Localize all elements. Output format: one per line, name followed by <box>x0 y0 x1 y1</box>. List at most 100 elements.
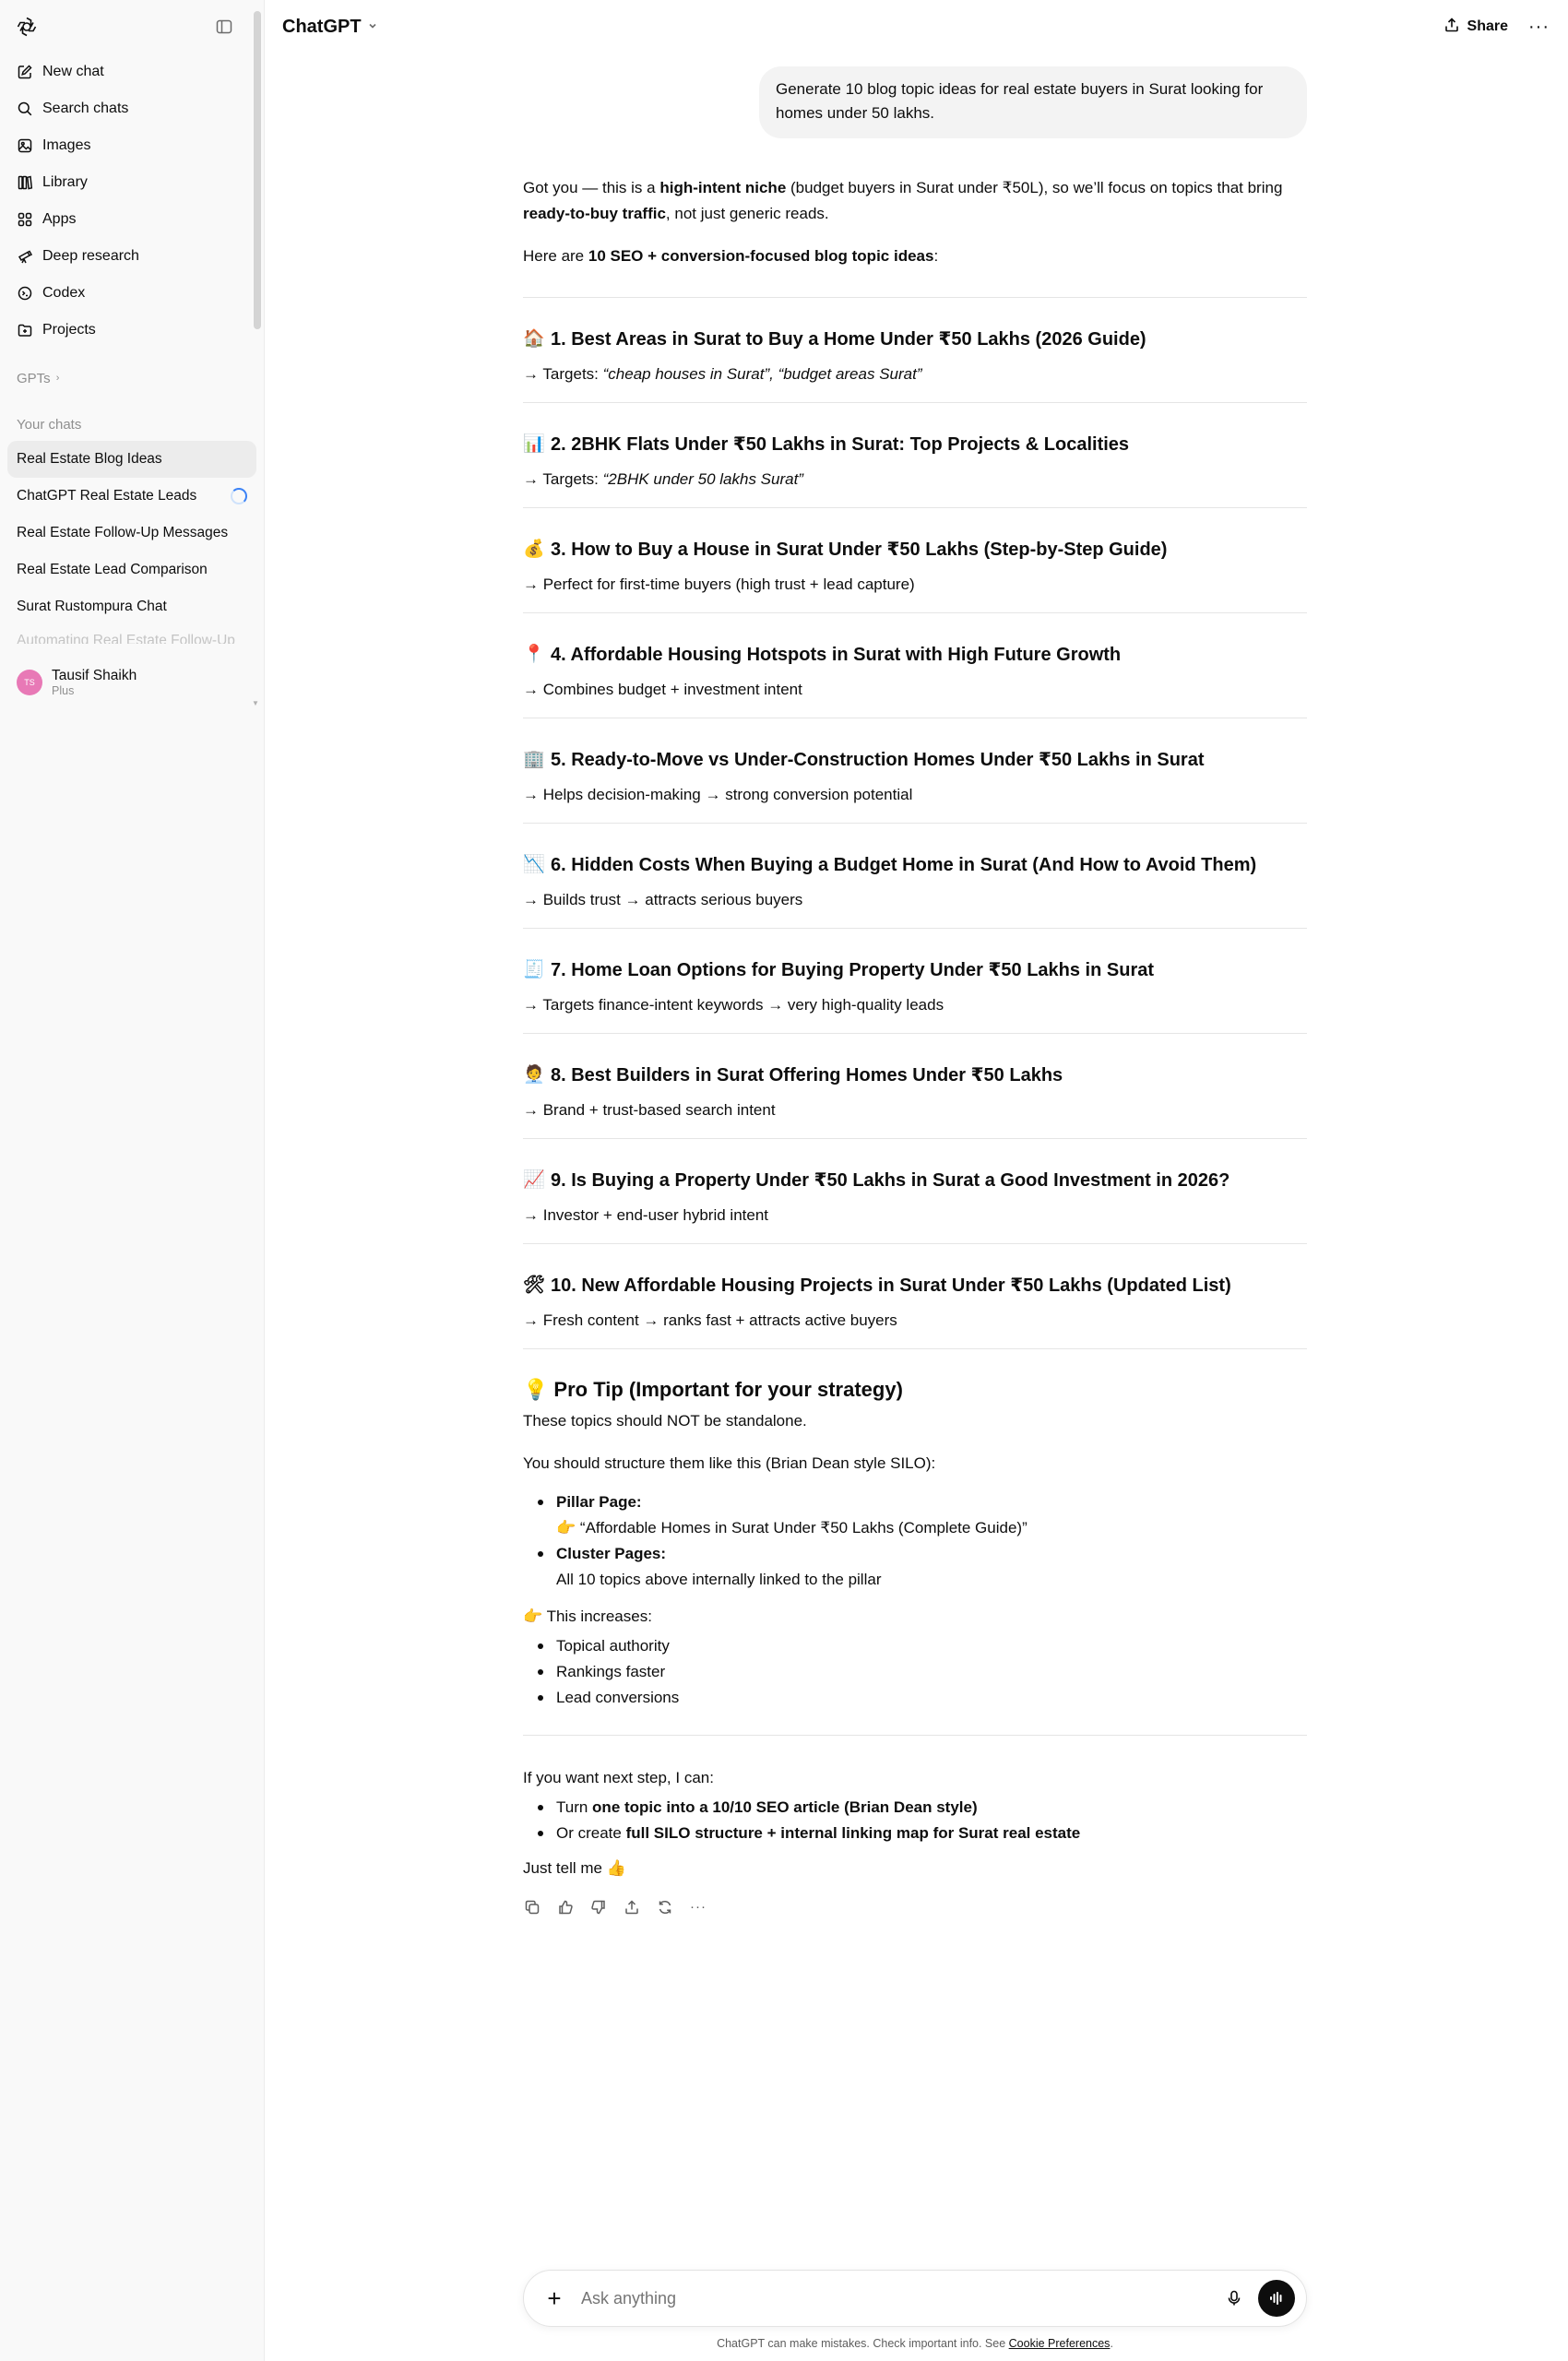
topic-sub-text: → Perfect for first-time buyers (high tr… <box>523 575 915 593</box>
folder-icon <box>17 322 33 338</box>
chat-item-real-estate-follow-up-messages[interactable]: Real Estate Follow-Up Messages <box>7 515 256 552</box>
topic-title: 🏢 5. Ready-to-Move vs Under-Construction … <box>523 746 1307 774</box>
topic-title-text: 6. Hidden Costs When Buying a Budget Hom… <box>551 855 1257 875</box>
user-plan: Plus <box>52 684 75 697</box>
topic-emoji-icon: 📉 <box>523 855 545 874</box>
topic-description: → Brand + trust-based search intent <box>523 1097 1307 1123</box>
topic-sub-text: → Brand + trust-based search intent <box>523 1101 776 1119</box>
scroll-down-arrow-icon[interactable]: ▼ <box>252 699 259 707</box>
sidebar-item-new-chat[interactable]: New chat <box>7 53 256 90</box>
share-icon[interactable] <box>623 1898 641 1916</box>
thumbs-up-icon[interactable] <box>556 1898 575 1916</box>
topic-list: 🏠 1. Best Areas in Surat to Buy a Home Un… <box>523 298 1307 1349</box>
sidebar-item-label: Images <box>42 137 91 153</box>
topic-description: → Builds trust → attracts serious buyers <box>523 887 1307 913</box>
sidebar-item-label: Deep research <box>42 248 139 264</box>
topic-item: 📈 9. Is Buying a Property Under ₹50 Lakhs… <box>523 1139 1307 1244</box>
option-bold: one topic into a 10/10 SEO article (Bria… <box>592 1798 978 1816</box>
topic-title-text: 2. 2BHK Flats Under ₹50 Lakhs in Surat: … <box>551 434 1130 455</box>
topic-item: 🏢 5. Ready-to-Move vs Under-Construction … <box>523 718 1307 824</box>
topic-keywords: “2BHK under 50 lakhs Surat” <box>602 470 803 488</box>
chat-item-automating-real-estate-follow-up[interactable]: Automating Real Estate Follow-Up <box>7 625 256 644</box>
increases-line: 👉 This increases: <box>523 1604 1307 1630</box>
topic-item: 📉 6. Hidden Costs When Buying a Budget Ho… <box>523 824 1307 929</box>
intro-text: , not just generic reads. <box>665 205 829 222</box>
openai-logo-icon[interactable] <box>15 15 39 39</box>
topic-title: 🏠 1. Best Areas in Surat to Buy a Home Un… <box>523 326 1307 353</box>
intro-text: : <box>933 247 939 265</box>
apps-icon <box>17 211 33 228</box>
intro-paragraph-2: Here are 10 SEO + conversion-focused blo… <box>523 243 1307 269</box>
sidebar-item-label: Projects <box>42 322 96 338</box>
cookie-preferences-link[interactable]: Cookie Preferences <box>1009 2337 1111 2350</box>
topic-title-text: 7. Home Loan Options for Buying Property… <box>551 960 1155 980</box>
message-composer: + <box>523 2270 1307 2327</box>
more-options-icon[interactable]: ··· <box>689 1898 707 1916</box>
thumbs-down-icon[interactable] <box>589 1898 608 1916</box>
sidebar-item-deep-research[interactable]: Deep research <box>7 238 256 275</box>
model-selector[interactable]: ChatGPT <box>282 17 378 38</box>
lightbulb-icon: 💡 <box>523 1378 549 1401</box>
more-options-button[interactable]: ··· <box>1528 17 1550 38</box>
topic-title-text: 10. New Affordable Housing Projects in S… <box>551 1275 1231 1296</box>
regenerate-icon[interactable] <box>656 1898 674 1916</box>
intro-text: (budget buyers in Surat under ₹50L), so … <box>786 179 1283 196</box>
option-text: Turn <box>556 1798 593 1816</box>
user-account-menu[interactable]: TS Tausif Shaikh Plus <box>7 660 242 705</box>
sidebar-item-images[interactable]: Images <box>7 127 256 164</box>
chat-history-list: Real Estate Blog Ideas ChatGPT Real Esta… <box>0 441 264 644</box>
topic-item: 🛠 10. New Affordable Housing Projects in … <box>523 1244 1307 1349</box>
prompt-input[interactable] <box>581 2288 1223 2308</box>
chat-item-chatgpt-real-estate-leads[interactable]: ChatGPT Real Estate Leads <box>7 478 256 515</box>
chat-item-label: ChatGPT Real Estate Leads <box>17 488 197 504</box>
intro-bold: high-intent niche <box>659 179 787 196</box>
disclaimer-text: ChatGPT can make mistakes. Check importa… <box>717 2337 1009 2350</box>
benefits-list: Topical authority Rankings faster Lead c… <box>523 1633 1307 1711</box>
sidebar-item-codex[interactable]: Codex <box>7 275 256 312</box>
header-actions: Share ··· <box>1443 17 1550 38</box>
intro-text: Got you — this is a <box>523 179 660 196</box>
sidebar-item-apps[interactable]: Apps <box>7 201 256 238</box>
avatar: TS <box>17 670 42 695</box>
topic-emoji-icon: 🏢 <box>523 750 545 769</box>
image-icon <box>17 137 33 154</box>
chat-item-label: Real Estate Blog Ideas <box>17 451 162 467</box>
topic-title-text: 8. Best Builders in Surat Offering Homes… <box>551 1065 1063 1086</box>
list-item: Rankings faster <box>538 1659 1307 1685</box>
copy-icon[interactable] <box>523 1898 541 1916</box>
sidebar-item-projects[interactable]: Projects <box>7 312 256 349</box>
user-message-bubble: Generate 10 blog topic ideas for real es… <box>759 66 1307 138</box>
chat-item-label: Real Estate Lead Comparison <box>17 562 208 577</box>
topic-description: → Investor + end-user hybrid intent <box>523 1203 1307 1228</box>
top-header: ChatGPT Share ··· <box>266 0 1568 53</box>
topic-description: → Targets finance-intent keywords → very… <box>523 992 1307 1018</box>
codex-icon <box>17 285 33 302</box>
sidebar-item-library[interactable]: Library <box>7 164 256 201</box>
user-name: Tausif Shaikh <box>52 668 137 683</box>
pointing-hand-icon: 👉 <box>556 1519 576 1536</box>
closing-line: Just tell me 👍 <box>523 1859 626 1877</box>
list-item: Or create full SILO structure + internal… <box>538 1821 1307 1846</box>
sidebar-item-search-chats[interactable]: Search chats <box>7 90 256 127</box>
sidebar-scrollbar[interactable] <box>254 11 261 329</box>
chat-item-surat-rustompura-chat[interactable]: Surat Rustompura Chat <box>7 588 256 625</box>
topic-description: → Targets: “2BHK under 50 lakhs Surat” <box>523 467 1307 492</box>
topic-sub-text: → Helps decision-making → strong convers… <box>523 786 913 803</box>
chat-item-real-estate-lead-comparison[interactable]: Real Estate Lead Comparison <box>7 552 256 588</box>
chevron-right-icon: › <box>55 373 60 384</box>
sidebar-toggle-icon[interactable] <box>214 17 234 37</box>
topic-item: 🏠 1. Best Areas in Surat to Buy a Home Un… <box>523 298 1307 403</box>
sidebar: New chat Search chats Images Library App… <box>0 0 265 2361</box>
topic-sub-text: → Targets finance-intent keywords → very… <box>523 996 944 1014</box>
share-button[interactable]: Share <box>1443 17 1508 38</box>
chevron-down-icon <box>367 20 378 34</box>
intro-text: Here are <box>523 247 588 265</box>
microphone-icon[interactable] <box>1223 2287 1245 2309</box>
add-attachment-button[interactable]: + <box>542 2284 566 2313</box>
loading-spinner-icon <box>231 488 247 504</box>
voice-mode-button[interactable] <box>1258 2280 1295 2317</box>
topic-item: 🧾 7. Home Loan Options for Buying Propert… <box>523 929 1307 1034</box>
gpts-section-toggle[interactable]: GPTs › <box>0 362 264 395</box>
chat-item-real-estate-blog-ideas[interactable]: Real Estate Blog Ideas <box>7 441 256 478</box>
topic-title: 📊 2. 2BHK Flats Under ₹50 Lakhs in Surat:… <box>523 431 1307 458</box>
